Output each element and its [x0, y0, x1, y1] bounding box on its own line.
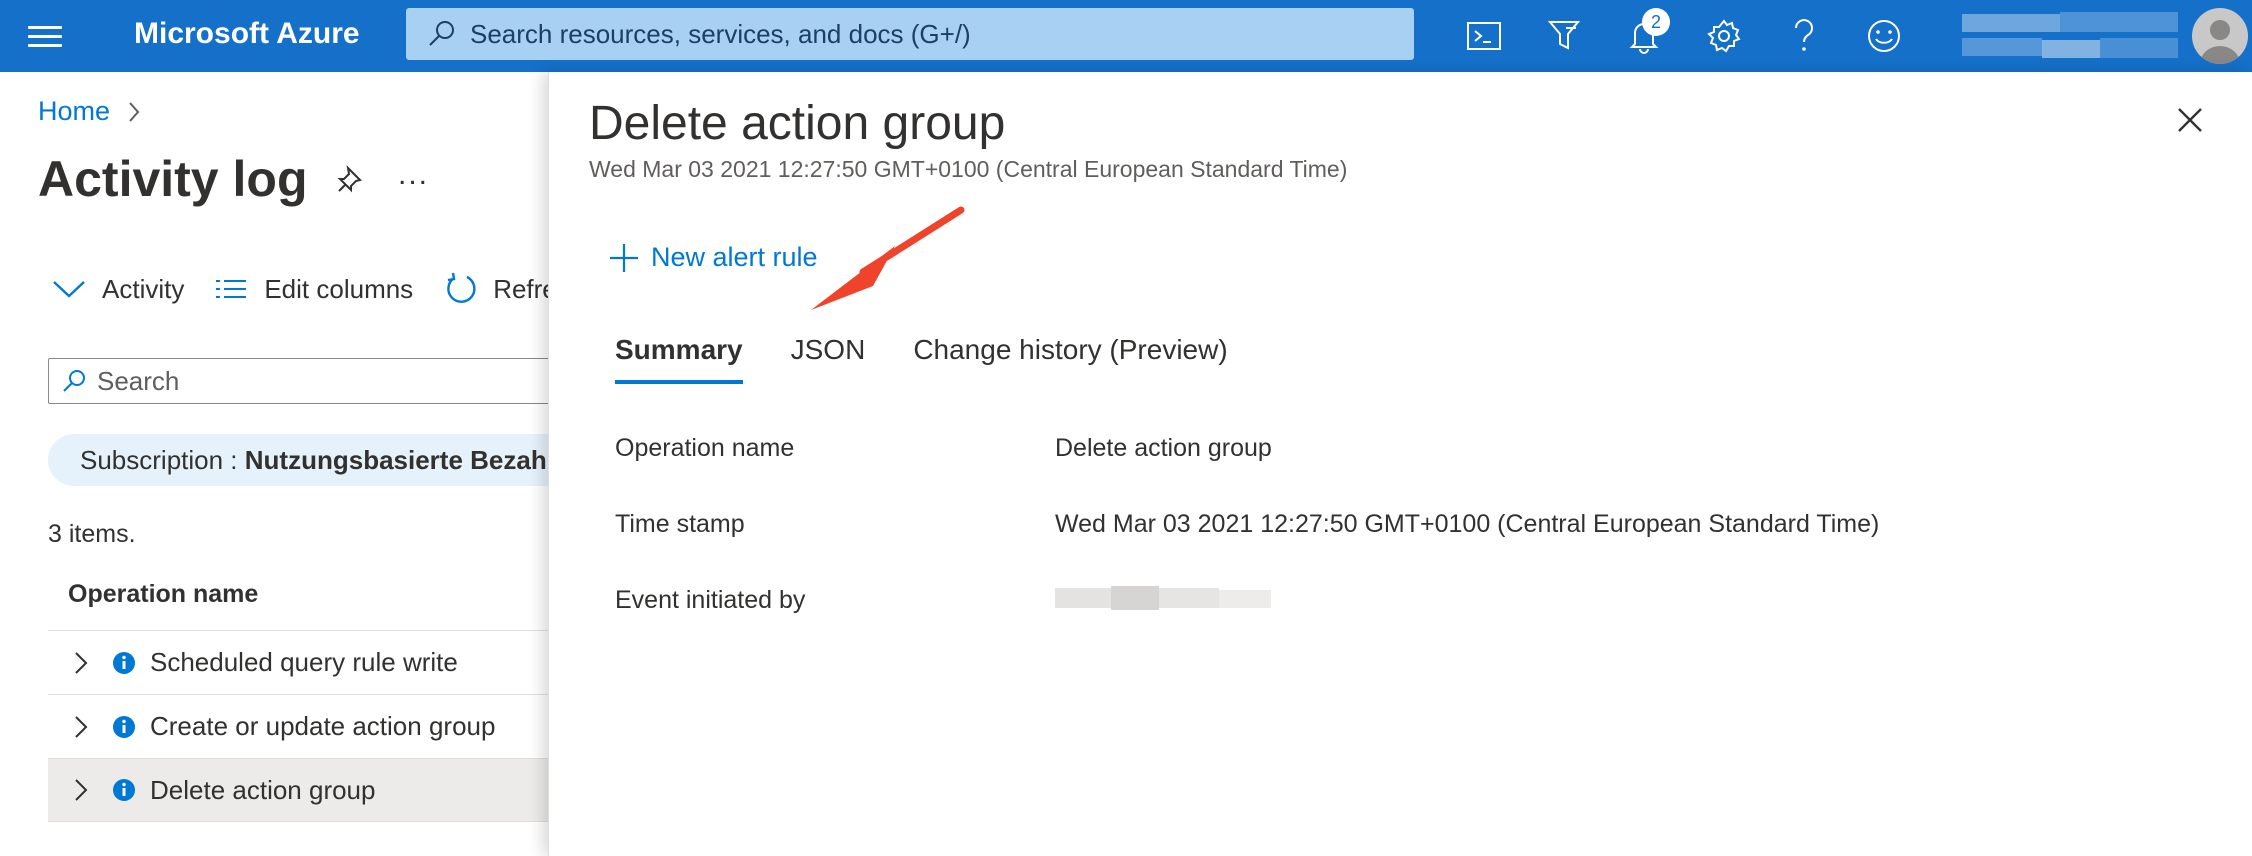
refresh-command[interactable]: Refre	[443, 272, 557, 306]
notifications-bell-icon[interactable]: 2	[1622, 8, 1670, 58]
top-bar: Microsoft Azure 2	[0, 0, 2252, 72]
hamburger-menu-icon[interactable]	[28, 20, 62, 50]
property-row: Time stamp Wed Mar 03 2021 12:27:50 GMT+…	[615, 510, 1879, 586]
activity-command-label: Activity	[102, 273, 185, 304]
property-value: Wed Mar 03 2021 12:27:50 GMT+0100 (Centr…	[1055, 510, 1880, 538]
settings-gear-icon[interactable]	[1702, 14, 1746, 58]
detail-tabs: Summary JSON Change history (Preview)	[615, 334, 1276, 384]
command-bar: Activity Edit columns Refre	[52, 272, 587, 306]
plus-icon	[610, 243, 638, 272]
blade-title: Delete action group	[589, 97, 1006, 150]
search-icon	[429, 21, 454, 46]
item-count: 3 items.	[48, 520, 136, 548]
table-row-selected[interactable]: Delete action group	[48, 758, 568, 822]
chevron-right-icon	[129, 101, 140, 122]
blade-subtitle: Wed Mar 03 2021 12:27:50 GMT+0100 (Centr…	[589, 156, 1348, 182]
chevron-down-icon	[53, 281, 85, 298]
info-icon	[113, 715, 135, 738]
subscription-filter-pill[interactable]: Subscription : Nutzungsbasierte Bezahl	[48, 434, 608, 486]
feedback-smiley-icon[interactable]	[1862, 14, 1906, 58]
row-operation-name: Scheduled query rule write	[150, 647, 458, 677]
cloud-shell-icon[interactable]	[1462, 14, 1506, 58]
table-row[interactable]: Scheduled query rule write	[48, 630, 568, 694]
row-operation-name: Create or update action group	[150, 711, 496, 741]
global-search-input[interactable]	[470, 18, 1370, 50]
summary-properties: Operation name Delete action group Time …	[615, 434, 1879, 662]
directory-filter-icon[interactable]	[1542, 14, 1586, 58]
breadcrumb: Home	[38, 96, 140, 127]
edit-columns-command[interactable]: Edit columns	[214, 274, 413, 305]
page-title: Activity log	[38, 151, 308, 207]
new-alert-rule-button[interactable]: New alert rule	[609, 242, 818, 273]
expand-chevron-icon[interactable]	[74, 715, 88, 739]
search-icon	[63, 370, 85, 392]
filter-key: Subscription :	[80, 444, 238, 475]
operation-name-column-header[interactable]: Operation name	[68, 580, 258, 609]
table-row[interactable]: Create or update action group	[48, 694, 568, 758]
event-initiated-by-value-blurred	[1055, 586, 1271, 662]
notification-count-badge: 2	[1642, 8, 1670, 36]
property-value: Delete action group	[1055, 434, 1272, 462]
property-row: Event initiated by	[615, 586, 1879, 662]
event-detail-blade: Delete action group Wed Mar 03 2021 12:2…	[548, 72, 2252, 856]
tab-summary[interactable]: Summary	[615, 334, 743, 384]
row-operation-name: Delete action group	[150, 774, 376, 805]
expand-chevron-icon[interactable]	[74, 651, 88, 675]
info-icon	[113, 651, 135, 674]
filter-value: Nutzungsbasierte Bezahl	[244, 444, 554, 475]
property-row: Operation name Delete action group	[615, 434, 1879, 510]
brand-title[interactable]: Microsoft Azure	[134, 17, 360, 51]
close-icon[interactable]	[2176, 106, 2204, 134]
tab-change-history[interactable]: Change history (Preview)	[913, 334, 1227, 384]
activity-command[interactable]: Activity	[52, 274, 184, 305]
activity-log-blade: Home Activity log ... Activity Edit colu…	[0, 72, 608, 856]
breadcrumb-home-link[interactable]: Home	[38, 96, 110, 127]
activity-search-input[interactable]	[97, 365, 557, 397]
expand-chevron-icon[interactable]	[74, 778, 88, 802]
account-info-blurred[interactable]	[1962, 12, 2178, 64]
global-search[interactable]	[406, 8, 1414, 60]
activity-table: Scheduled query rule write Create or upd…	[48, 630, 568, 822]
more-options-button[interactable]: ...	[398, 158, 429, 192]
help-question-icon[interactable]	[1782, 14, 1826, 58]
info-icon	[113, 779, 135, 801]
annotation-arrow-icon	[811, 206, 965, 310]
user-avatar[interactable]	[2192, 8, 2248, 64]
edit-columns-label: Edit columns	[264, 273, 414, 304]
property-key: Event initiated by	[615, 586, 806, 614]
tab-json[interactable]: JSON	[791, 334, 866, 384]
activity-search-box[interactable]	[48, 358, 588, 404]
property-key: Time stamp	[615, 510, 745, 538]
pin-icon[interactable]	[334, 162, 368, 196]
columns-icon	[216, 280, 247, 298]
refresh-icon	[447, 272, 476, 303]
property-key: Operation name	[615, 434, 795, 462]
new-alert-rule-label: New alert rule	[651, 242, 818, 272]
